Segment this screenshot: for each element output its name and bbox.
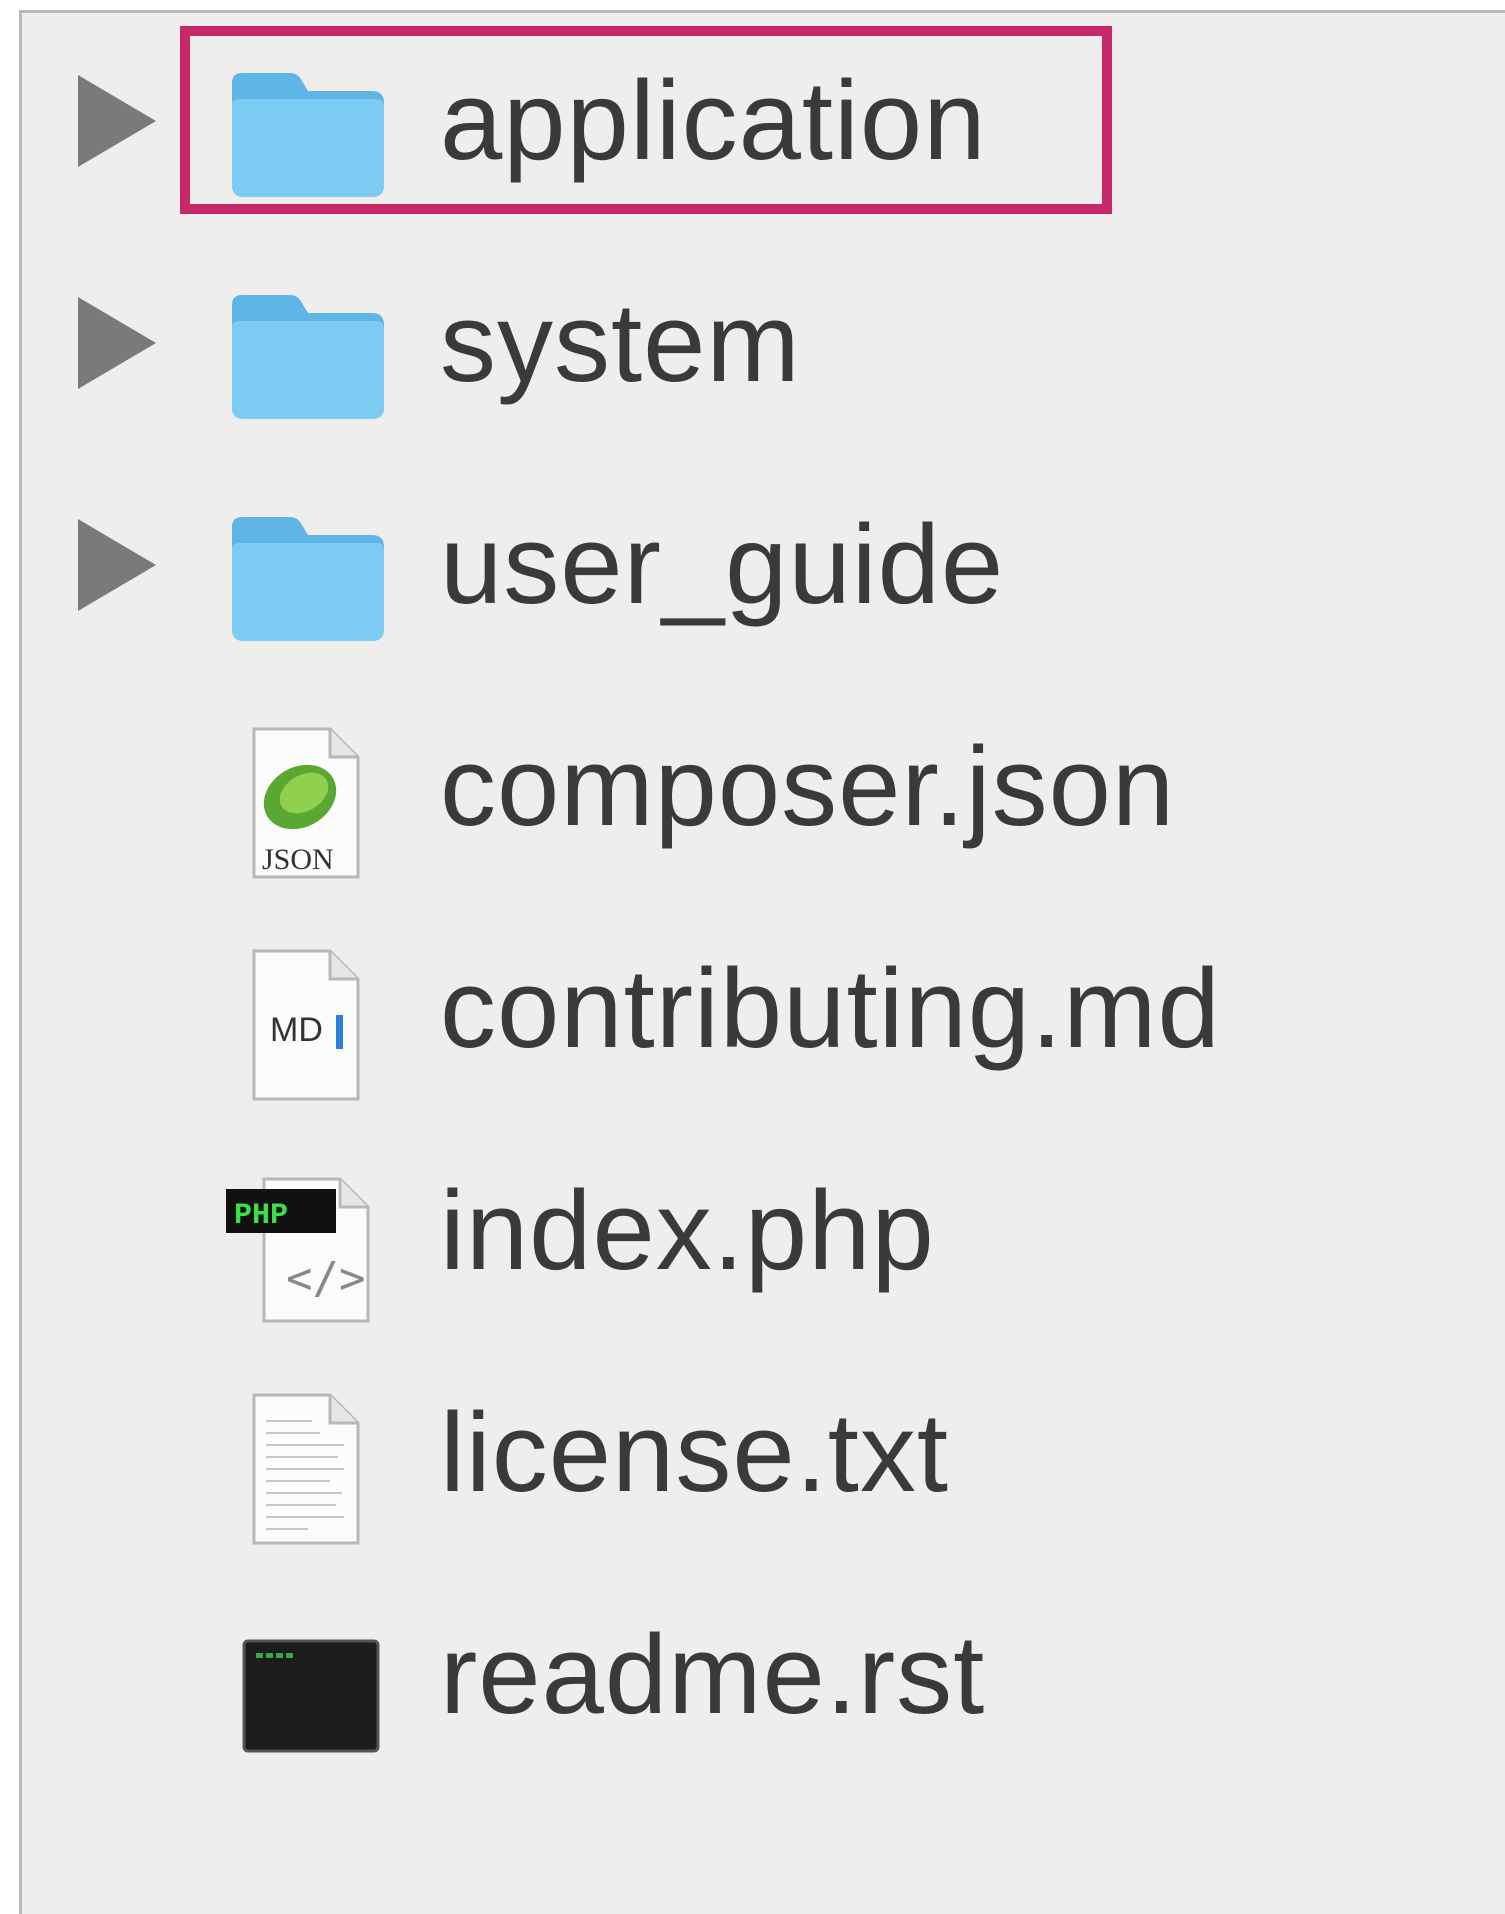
disclosure-triangle-icon[interactable] xyxy=(78,519,156,611)
file-name-label: index.php xyxy=(440,1168,935,1293)
file-row-index-php[interactable]: PHP </> index.php xyxy=(22,1123,1502,1323)
file-name-label: license.txt xyxy=(440,1390,949,1515)
file-row-application[interactable]: application xyxy=(22,13,1502,214)
disclosure-triangle-icon[interactable] xyxy=(78,75,156,167)
file-row-contributing-md[interactable]: MD contributing.md xyxy=(22,901,1502,1101)
file-row-composer-json[interactable]: JSON composer.json xyxy=(22,679,1502,879)
file-name-label: readme.rst xyxy=(440,1612,986,1737)
file-name-label: composer.json xyxy=(440,724,1176,849)
json-file-icon: JSON xyxy=(212,709,392,879)
highlight-box xyxy=(180,26,1112,214)
file-name-label: system xyxy=(440,280,801,405)
md-badge-text: MD xyxy=(270,1011,323,1049)
php-file-icon: PHP </> xyxy=(212,1153,392,1323)
file-row-readme-rst[interactable]: readme.rst xyxy=(22,1567,1502,1767)
text-file-icon xyxy=(212,1375,392,1545)
disclosure-triangle-icon[interactable] xyxy=(78,297,156,389)
folder-icon xyxy=(212,487,392,647)
file-row-license-txt[interactable]: license.txt xyxy=(22,1345,1502,1545)
markdown-file-icon: MD xyxy=(212,931,392,1101)
file-browser-panel: application system user_guide JSON compo… xyxy=(19,10,1505,1914)
file-row-user-guide[interactable]: user_guide xyxy=(22,457,1502,657)
php-badge-text: PHP xyxy=(234,1199,288,1233)
file-row-system[interactable]: system xyxy=(22,235,1502,435)
terminal-exec-icon xyxy=(212,1597,392,1757)
folder-icon xyxy=(212,265,392,425)
file-name-label: user_guide xyxy=(440,502,1005,627)
json-badge-text: JSON xyxy=(262,843,334,876)
svg-text:</>: </> xyxy=(286,1253,365,1304)
file-name-label: contributing.md xyxy=(440,946,1221,1071)
